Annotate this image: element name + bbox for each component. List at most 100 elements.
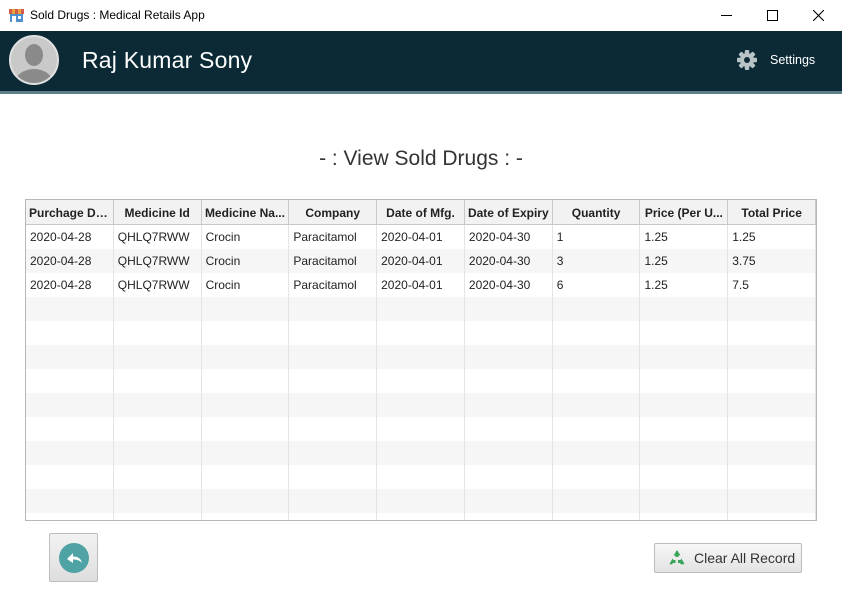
table-cell: 1.25 xyxy=(640,273,729,297)
empty-cell xyxy=(377,321,465,345)
empty-cell xyxy=(728,297,816,321)
maximize-button[interactable] xyxy=(749,0,795,31)
settings-button[interactable]: Settings xyxy=(736,49,815,71)
back-arrow-icon xyxy=(58,542,89,573)
empty-cell xyxy=(553,345,641,369)
table-cell: 2020-04-30 xyxy=(465,225,553,249)
empty-cell xyxy=(465,321,553,345)
empty-cell xyxy=(114,441,202,465)
empty-cell xyxy=(377,465,465,489)
page-title: - : View Sold Drugs : - xyxy=(319,147,523,170)
empty-cell xyxy=(465,369,553,393)
close-button[interactable] xyxy=(795,0,841,31)
empty-cell xyxy=(377,345,465,369)
empty-cell xyxy=(465,297,553,321)
empty-cell xyxy=(289,297,378,321)
table-body: 2020-04-28 QHLQ7RWW Crocin Paracitamol 2… xyxy=(26,225,816,520)
table-row[interactable]: 2020-04-28 QHLQ7RWW Crocin Paracitamol 2… xyxy=(26,273,816,297)
table-cell: Paracitamol xyxy=(289,225,378,249)
table-cell: 2020-04-28 xyxy=(26,249,114,273)
table-cell: 7.5 xyxy=(728,273,816,297)
empty-cell xyxy=(202,393,290,417)
empty-cell xyxy=(289,417,378,441)
table-header: Purchage Date Medicine Id Medicine Na...… xyxy=(26,200,816,225)
empty-cell xyxy=(289,489,378,513)
table-cell: 1.25 xyxy=(640,225,729,249)
maximize-icon xyxy=(766,10,778,21)
empty-cell xyxy=(26,489,114,513)
column-header-company[interactable]: Company xyxy=(289,200,378,224)
table-cell: 1.25 xyxy=(728,225,816,249)
table-cell: Crocin xyxy=(202,249,290,273)
empty-cell xyxy=(289,393,378,417)
column-header-price-per-unit[interactable]: Price (Per U... xyxy=(640,200,729,224)
empty-cell xyxy=(553,393,641,417)
empty-cell xyxy=(289,465,378,489)
empty-cell xyxy=(640,465,729,489)
empty-cell xyxy=(728,465,816,489)
app-header: Raj Kumar Sony Settings xyxy=(0,31,842,94)
clear-all-record-label: Clear All Record xyxy=(694,550,796,566)
empty-cell xyxy=(289,441,378,465)
empty-cell xyxy=(465,441,553,465)
empty-cell xyxy=(289,321,378,345)
column-header-date-of-mfg[interactable]: Date of Mfg. xyxy=(377,200,465,224)
table-cell: 6 xyxy=(553,273,641,297)
sold-drugs-table[interactable]: Purchage Date Medicine Id Medicine Na...… xyxy=(25,199,817,521)
empty-cell xyxy=(465,489,553,513)
store-icon xyxy=(9,9,24,22)
column-header-date-of-expiry[interactable]: Date of Expiry xyxy=(465,200,553,224)
table-cell: QHLQ7RWW xyxy=(114,225,202,249)
empty-cell xyxy=(26,441,114,465)
table-row[interactable]: 2020-04-28 QHLQ7RWW Crocin Paracitamol 2… xyxy=(26,249,816,273)
empty-cell xyxy=(202,345,290,369)
empty-table-row xyxy=(26,465,816,489)
clear-all-record-button[interactable]: Clear All Record xyxy=(654,543,802,573)
empty-table-row xyxy=(26,321,816,345)
empty-cell xyxy=(640,297,729,321)
table-row[interactable]: 2020-04-28 QHLQ7RWW Crocin Paracitamol 2… xyxy=(26,225,816,249)
close-icon xyxy=(812,10,824,21)
column-header-quantity[interactable]: Quantity xyxy=(553,200,641,224)
empty-cell xyxy=(114,465,202,489)
empty-cell xyxy=(728,393,816,417)
column-header-purchase-date[interactable]: Purchage Date xyxy=(26,200,114,224)
table-cell: Paracitamol xyxy=(289,249,378,273)
column-header-medicine-id[interactable]: Medicine Id xyxy=(114,200,202,224)
table-cell: 3.75 xyxy=(728,249,816,273)
column-header-medicine-name[interactable]: Medicine Na... xyxy=(202,200,290,224)
empty-cell xyxy=(640,321,729,345)
table-cell: 2020-04-30 xyxy=(465,273,553,297)
empty-cell xyxy=(553,321,641,345)
empty-cell xyxy=(465,417,553,441)
empty-cell xyxy=(202,321,290,345)
back-button[interactable] xyxy=(49,533,98,582)
empty-cell xyxy=(465,465,553,489)
empty-cell xyxy=(26,321,114,345)
table-cell: 1.25 xyxy=(640,249,729,273)
table-cell: 1 xyxy=(553,225,641,249)
empty-cell xyxy=(26,393,114,417)
empty-cell xyxy=(728,321,816,345)
empty-cell xyxy=(377,297,465,321)
empty-cell xyxy=(114,489,202,513)
empty-cell xyxy=(553,489,641,513)
table-cell: Paracitamol xyxy=(289,273,378,297)
table-cell: 2020-04-01 xyxy=(377,273,465,297)
empty-cell xyxy=(728,441,816,465)
empty-cell xyxy=(114,345,202,369)
empty-cell xyxy=(640,489,729,513)
minimize-button[interactable] xyxy=(703,0,749,31)
empty-table-row xyxy=(26,441,816,465)
empty-cell xyxy=(202,297,290,321)
empty-cell xyxy=(640,417,729,441)
empty-cell xyxy=(202,417,290,441)
table-cell: 2020-04-01 xyxy=(377,249,465,273)
empty-cell xyxy=(465,345,553,369)
column-header-total-price[interactable]: Total Price xyxy=(728,200,816,224)
empty-cell xyxy=(114,513,202,520)
empty-cell xyxy=(26,345,114,369)
empty-cell xyxy=(114,417,202,441)
table-cell: 2020-04-28 xyxy=(26,225,114,249)
empty-cell xyxy=(640,441,729,465)
